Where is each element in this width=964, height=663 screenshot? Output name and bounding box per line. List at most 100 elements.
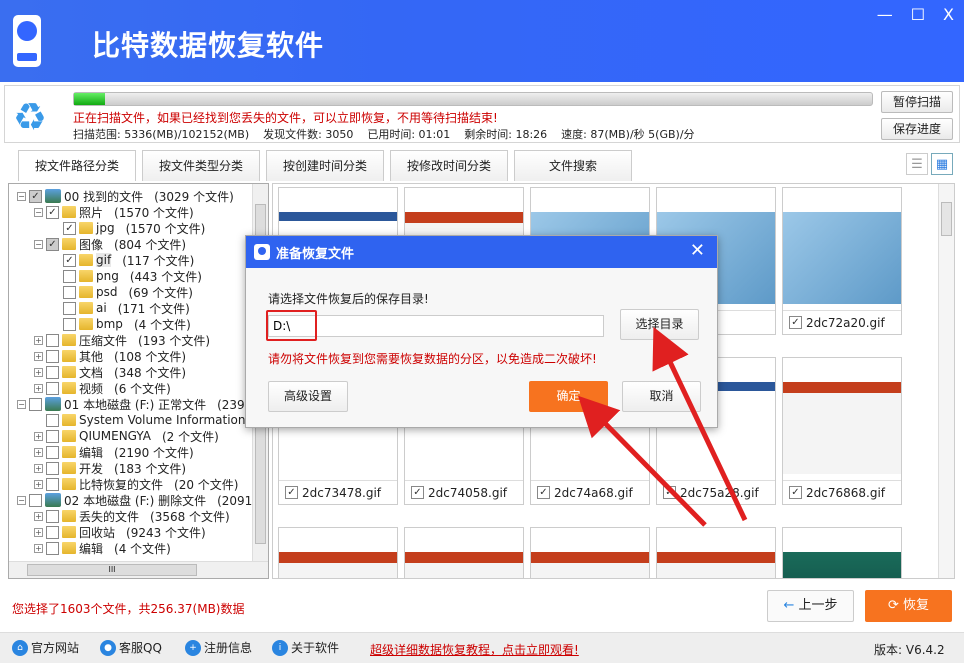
tree-checkbox[interactable] xyxy=(63,317,76,331)
tree-node[interactable]: + 编辑 (4 个文件) xyxy=(34,540,171,556)
tab-by-created-time[interactable]: 按创建时间分类 xyxy=(266,150,384,181)
expand-icon[interactable]: + xyxy=(34,383,43,393)
file-checkbox[interactable]: ✓ xyxy=(789,316,802,329)
collapse-icon[interactable]: − xyxy=(17,495,26,505)
expand-icon[interactable]: + xyxy=(34,527,43,537)
collapse-icon[interactable]: − xyxy=(17,191,26,201)
file-checkbox[interactable]: ✓ xyxy=(285,486,298,499)
tree-checkbox[interactable]: ✓ xyxy=(46,205,59,219)
dialog-close-button[interactable]: ✕ xyxy=(690,240,705,261)
file-checkbox[interactable]: ✓ xyxy=(411,486,424,499)
minimize-button[interactable]: — xyxy=(877,5,893,24)
expand-icon[interactable]: + xyxy=(34,367,43,377)
register-info-link[interactable]: + 注册信息 xyxy=(185,639,252,656)
tree-checkbox[interactable] xyxy=(46,445,59,459)
tutorial-link[interactable]: 超级详细数据恢复教程，点击立即观看! xyxy=(370,641,579,658)
tree-node[interactable]: ✓ jpg (1570 个文件) xyxy=(51,220,205,236)
tree-node[interactable]: System Volume Information(1 xyxy=(34,412,268,428)
pause-scan-button[interactable]: 暂停扫描 xyxy=(881,91,953,113)
recover-button[interactable]: ⟳ 恢复 xyxy=(865,590,952,622)
tree-checkbox[interactable] xyxy=(46,509,59,523)
tree-checkbox[interactable] xyxy=(63,269,76,283)
expand-icon[interactable]: + xyxy=(34,543,43,553)
tree-node[interactable]: + 其他 (108 个文件) xyxy=(34,348,186,364)
tree-checkbox[interactable] xyxy=(46,461,59,475)
official-site-link[interactable]: ⌂ 官方网站 xyxy=(12,639,79,656)
tree-node[interactable]: + 编辑 (2190 个文件) xyxy=(34,444,194,460)
grid-scrollbar[interactable] xyxy=(938,184,954,578)
expand-icon[interactable]: + xyxy=(34,447,43,457)
tree-checkbox[interactable] xyxy=(46,477,59,491)
tree-checkbox[interactable] xyxy=(46,365,59,379)
collapse-icon[interactable]: − xyxy=(17,399,26,409)
tree-node[interactable]: + 视频 (6 个文件) xyxy=(34,380,171,396)
about-link[interactable]: i 关于软件 xyxy=(272,639,339,656)
file-checkbox[interactable]: ✓ xyxy=(537,486,550,499)
file-card[interactable] xyxy=(278,527,398,578)
choose-directory-button[interactable]: 选择目录 xyxy=(620,309,699,340)
save-path-input[interactable] xyxy=(268,315,604,337)
file-card[interactable]: ✓ 2dc72a20.gif xyxy=(782,187,902,335)
tab-by-type[interactable]: 按文件类型分类 xyxy=(142,150,260,181)
tab-by-path[interactable]: 按文件路径分类 xyxy=(18,150,136,181)
list-view-icon[interactable]: ☰ xyxy=(906,153,928,175)
expand-icon[interactable]: + xyxy=(34,431,43,441)
tree-checkbox[interactable]: ✓ xyxy=(29,189,42,203)
tree-node[interactable]: bmp (4 个文件) xyxy=(51,316,191,332)
tree-checkbox[interactable] xyxy=(63,301,76,315)
tree-node[interactable]: + 丢失的文件 (3568 个文件) xyxy=(34,508,230,524)
expand-icon[interactable]: + xyxy=(34,351,43,361)
file-card[interactable] xyxy=(782,527,902,578)
tree-node[interactable]: png (443 个文件) xyxy=(51,268,202,284)
tree-node[interactable]: ai (171 个文件) xyxy=(51,300,190,316)
expand-icon[interactable]: + xyxy=(34,463,43,473)
tree-node[interactable]: − ✓ 照片 (1570 个文件) xyxy=(34,204,194,220)
tab-by-modified-time[interactable]: 按修改时间分类 xyxy=(390,150,508,181)
tree-checkbox[interactable] xyxy=(46,429,59,443)
tree-node[interactable]: − ✓ 00 找到的文件 (3029 个文件) xyxy=(17,188,234,204)
tree-checkbox[interactable] xyxy=(29,397,42,411)
expand-icon[interactable]: + xyxy=(34,335,43,345)
tree-horizontal-scrollbar[interactable]: III xyxy=(9,561,268,578)
tree-node[interactable]: + QIUMENGYA (2 个文件) xyxy=(34,428,219,444)
ok-button[interactable]: 确定 xyxy=(529,381,608,412)
tree-node[interactable]: −01 本地磁盘 (F:) 正常文件 (2396 个 xyxy=(17,396,268,412)
maximize-button[interactable]: ☐ xyxy=(911,5,925,24)
tree-node[interactable]: + 文档 (348 个文件) xyxy=(34,364,186,380)
tree-node[interactable]: − ✓ 图像 (804 个文件) xyxy=(34,236,186,252)
file-card[interactable] xyxy=(530,527,650,578)
save-progress-button[interactable]: 保存进度 xyxy=(881,118,953,140)
tree-checkbox[interactable]: ✓ xyxy=(63,253,76,267)
tree-node[interactable]: + 压缩文件 (193 个文件) xyxy=(34,332,210,348)
thumbnail-view-icon[interactable]: ▦ xyxy=(931,153,953,175)
expand-icon[interactable]: + xyxy=(34,479,43,489)
tree-node[interactable]: + 比特恢复的文件 (20 个文件) xyxy=(34,476,238,492)
file-card[interactable] xyxy=(404,527,524,578)
tree-node[interactable]: + 开发 (183 个文件) xyxy=(34,460,186,476)
collapse-icon[interactable]: − xyxy=(34,207,43,217)
tree-checkbox[interactable] xyxy=(29,493,42,507)
tree-node[interactable]: psd (69 个文件) xyxy=(51,284,193,300)
tree-checkbox[interactable] xyxy=(46,541,59,555)
tree-checkbox[interactable]: ✓ xyxy=(63,221,76,235)
back-button[interactable]: ← 上一步 xyxy=(767,590,854,622)
tree-checkbox[interactable] xyxy=(46,413,59,427)
tree-checkbox[interactable]: ✓ xyxy=(46,237,59,251)
file-card[interactable]: ✓ 2dc76868.gif xyxy=(782,357,902,505)
tree-checkbox[interactable] xyxy=(46,525,59,539)
file-checkbox[interactable]: ✓ xyxy=(789,486,802,499)
tree-node[interactable]: ✓ gif (117 个文件) xyxy=(51,252,194,268)
cancel-button[interactable]: 取消 xyxy=(622,381,701,412)
tree-node[interactable]: −02 本地磁盘 (F:) 删除文件(20916 个 xyxy=(17,492,268,508)
tree-checkbox[interactable] xyxy=(63,285,76,299)
advanced-settings-button[interactable]: 高级设置 xyxy=(268,381,348,412)
tree-checkbox[interactable] xyxy=(46,381,59,395)
tree-checkbox[interactable] xyxy=(46,333,59,347)
collapse-icon[interactable]: − xyxy=(34,239,43,249)
close-button[interactable]: X xyxy=(943,5,954,24)
file-checkbox[interactable]: ✓ xyxy=(663,486,676,499)
tree-node[interactable]: + 回收站 (9243 个文件) xyxy=(34,524,206,540)
qq-support-link[interactable]: ● 客服QQ xyxy=(100,639,162,656)
file-card[interactable] xyxy=(656,527,776,578)
expand-icon[interactable]: + xyxy=(34,511,43,521)
